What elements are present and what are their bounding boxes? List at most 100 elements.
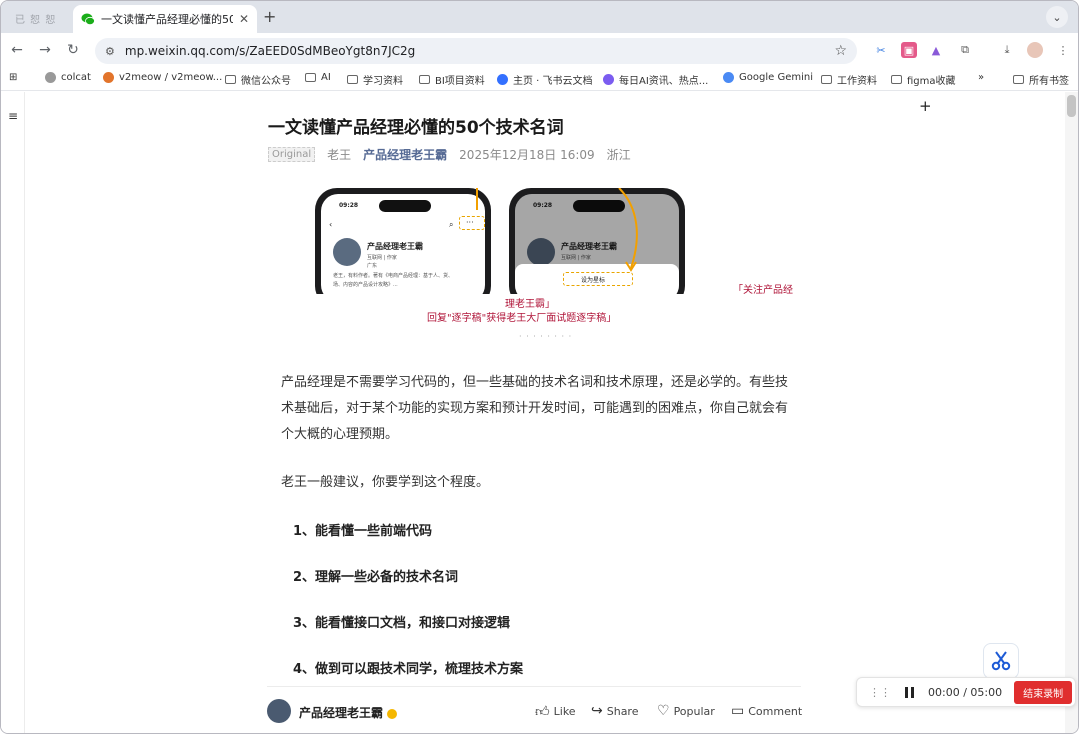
feishu-icon bbox=[497, 74, 508, 85]
bookmark-folder[interactable]: figma收藏 bbox=[891, 72, 956, 87]
ai-news-icon bbox=[603, 74, 614, 85]
profile-avatar[interactable] bbox=[1027, 42, 1043, 58]
publish-datetime: 2025年12月18日 16:09 bbox=[459, 148, 595, 162]
thumbs-up-icon: 👍︎ bbox=[535, 704, 550, 720]
profile-bio: 老王，有料作者。著有《电商产品经理：基于人、货、 bbox=[333, 273, 454, 279]
menu-icon[interactable]: ≡ bbox=[8, 109, 18, 123]
folder-icon bbox=[821, 75, 832, 84]
crosshair-cursor-icon: + bbox=[919, 97, 932, 115]
extensions-puzzle-icon[interactable]: ⧉ bbox=[957, 42, 973, 58]
folder-icon bbox=[1013, 75, 1024, 84]
tab-search-chevron-icon[interactable]: ⌄ bbox=[1046, 6, 1068, 28]
bookmark-star-icon[interactable]: ☆ bbox=[834, 43, 847, 59]
reload-icon[interactable]: ↻ bbox=[59, 42, 87, 58]
tab-strip: 已 恕 恕 一文读懂产品经理必懂的50个技术 ✕ + ⌄ bbox=[1, 1, 1078, 33]
stop-recording-button[interactable]: 结束录制 bbox=[1014, 680, 1073, 704]
list-item: 2、理解一些必备的技术名词 bbox=[293, 570, 459, 585]
profile-avatar bbox=[333, 238, 361, 266]
author-name: 老王 bbox=[327, 148, 352, 162]
account-name[interactable]: 产品经理老王霸 bbox=[299, 704, 398, 721]
list-item: 4、做到可以跟技术同学，梳理技术方案 bbox=[293, 662, 524, 677]
back-icon[interactable]: ← bbox=[3, 42, 31, 58]
pause-icon[interactable] bbox=[905, 686, 914, 698]
account-link[interactable]: 产品经理老王霸 bbox=[363, 146, 447, 163]
wechat-icon bbox=[81, 13, 95, 26]
share-button[interactable]: ↪ Share bbox=[591, 703, 638, 719]
bookmark-folder[interactable]: AI bbox=[305, 72, 331, 83]
gitlab-icon bbox=[103, 72, 114, 83]
bookmark-folder[interactable]: 学习资料 bbox=[347, 72, 403, 87]
arrow-annotation bbox=[476, 188, 478, 210]
star-button-label: 设为星标 bbox=[581, 277, 606, 284]
heart-icon: ♡ bbox=[657, 703, 670, 719]
account-avatar[interactable] bbox=[267, 699, 291, 723]
download-icon[interactable]: ⤓ bbox=[999, 42, 1015, 58]
bookmark-folder[interactable]: 工作资料 bbox=[821, 72, 877, 87]
scissors-icon bbox=[991, 651, 1011, 671]
popular-button[interactable]: ♡ Popular bbox=[657, 703, 715, 719]
comment-icon: ▭ bbox=[731, 703, 745, 719]
phone-mockup-left: 09:28 ‹ ⌕ ··· 产品经理老王霸 互联网 | 作家 广东 老王，有料作… bbox=[315, 188, 491, 294]
back-chevron-icon: ‹ bbox=[329, 220, 333, 229]
more-menu-icon[interactable]: ⋮ bbox=[1055, 42, 1071, 58]
browser-window: 已 恕 恕 一文读懂产品经理必懂的50个技术 ✕ + ⌄ ← → ↻ ⚙ mp.… bbox=[0, 0, 1079, 734]
site-info-icon[interactable]: ⚙ bbox=[105, 45, 115, 58]
recording-timer: 00:00 / 05:00 bbox=[928, 685, 1003, 699]
original-tag: Original bbox=[268, 147, 316, 162]
bookmarks-overflow-button[interactable]: » bbox=[978, 72, 984, 83]
like-button[interactable]: 👍︎ Like bbox=[535, 703, 576, 720]
url-text[interactable]: mp.weixin.qq.com/s/ZaEED0SdMBeoYgt8n7JC2… bbox=[125, 44, 835, 58]
bookmark-item[interactable]: 主页 · 飞书云文档 bbox=[497, 72, 593, 87]
scrollbar-thumb[interactable] bbox=[1067, 95, 1076, 117]
new-tab-button[interactable]: + bbox=[263, 7, 276, 26]
folder-icon bbox=[419, 75, 430, 84]
tab-title: 一文读懂产品经理必懂的50个技术 bbox=[101, 13, 233, 26]
list-item: 1、能看懂一些前端代码 bbox=[293, 524, 433, 539]
comment-button[interactable]: ▭ Comment bbox=[731, 703, 802, 719]
pinned-tabs[interactable]: 已 恕 恕 bbox=[15, 11, 56, 26]
paragraph: 老王一般建议，你要学到这个程度。 bbox=[281, 475, 490, 490]
profile-location: 广东 bbox=[367, 263, 378, 269]
phone-screen: 09:28 ‹ ⌕ ··· 产品经理老王霸 互联网 | 作家 广东 老王，有料作… bbox=[321, 194, 485, 294]
drag-handle-icon[interactable]: ⋮⋮ bbox=[869, 686, 891, 699]
scissors-extension-icon[interactable]: ✂ bbox=[873, 42, 889, 58]
gemini-icon bbox=[723, 72, 734, 83]
bookmark-folder[interactable]: 微信公众号 bbox=[225, 72, 291, 87]
search-icon: ⌕ bbox=[449, 220, 454, 229]
bottom-action-bar: 产品经理老王霸 👍︎ Like ↪ Share ♡ Popular ▭ Comment bbox=[267, 686, 802, 733]
bookmark-item[interactable]: colcat bbox=[45, 72, 91, 83]
page-scrollbar[interactable] bbox=[1065, 92, 1078, 733]
tab-active[interactable]: 一文读懂产品经理必懂的50个技术 ✕ bbox=[73, 5, 257, 33]
action-sheet: 设为星标 bbox=[515, 264, 679, 294]
bookmark-item[interactable]: v2meow / v2meow... bbox=[103, 72, 222, 83]
folder-icon bbox=[891, 75, 902, 84]
extension-purple-icon[interactable]: ▲ bbox=[928, 42, 944, 58]
close-tab-icon[interactable]: ✕ bbox=[239, 12, 249, 26]
dynamic-island bbox=[379, 200, 431, 212]
bookmark-folder[interactable]: BI项目资料 bbox=[419, 72, 485, 87]
apps-grid-icon[interactable]: ⊞ bbox=[9, 72, 17, 83]
section-divider: · · · · · · · · bbox=[519, 332, 573, 341]
phone-mockup-right: 09:28 产品经理老王霸 互联网 | 作家 设为星标 bbox=[509, 188, 685, 294]
all-bookmarks-folder[interactable]: 所有书签 bbox=[1013, 72, 1069, 87]
address-bar[interactable]: ⚙ mp.weixin.qq.com/s/ZaEED0SdMBeoYgt8n7J… bbox=[95, 38, 857, 64]
bookmark-item[interactable]: 每日AI资讯、热点... bbox=[603, 72, 708, 87]
extension-pink-icon[interactable]: ▣ bbox=[901, 42, 917, 58]
article-meta: Original 老王 产品经理老王霸 2025年12月18日 16:09 浙江 bbox=[268, 146, 631, 163]
phone-time: 09:28 bbox=[339, 202, 359, 209]
forward-icon[interactable]: → bbox=[31, 42, 59, 58]
paragraph: 产品经理是不需要学习代码的，但一些基础的技术名词和技术原理，还是必学的。有些技术… bbox=[281, 375, 789, 442]
profile-sub: 互联网 | 作家 bbox=[367, 255, 397, 261]
bookmarks-bar: ⊞ colcat v2meow / v2meow... 微信公众号 AI 学习资… bbox=[1, 67, 1078, 91]
curved-arrow-icon bbox=[618, 188, 638, 272]
folder-icon bbox=[347, 75, 358, 84]
folder-icon bbox=[305, 73, 316, 82]
clip-tool-button[interactable] bbox=[983, 643, 1019, 679]
article-page: ≡ 一文读懂产品经理必懂的50个技术名词 Original 老王 产品经理老王霸… bbox=[1, 92, 1067, 733]
caption-follow: 「关注产品经 bbox=[733, 285, 793, 296]
cat-icon bbox=[45, 72, 56, 83]
phone-screen: 09:28 产品经理老王霸 互联网 | 作家 设为星标 bbox=[515, 194, 679, 294]
bookmark-item[interactable]: Google Gemini bbox=[723, 72, 813, 83]
left-sidebar: ≡ bbox=[1, 92, 25, 733]
hero-image: 09:28 ‹ ⌕ ··· 产品经理老王霸 互联网 | 作家 广东 老王，有料作… bbox=[309, 188, 693, 294]
